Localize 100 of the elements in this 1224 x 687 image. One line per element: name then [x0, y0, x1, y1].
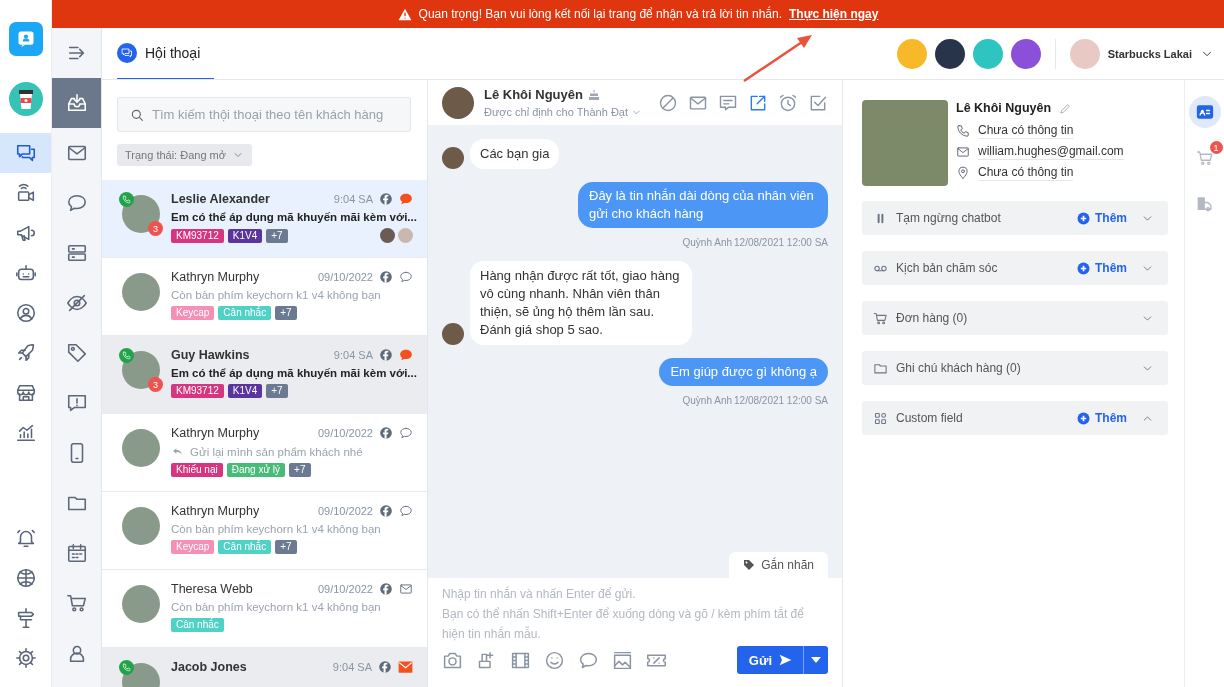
- tag: +7: [275, 540, 297, 554]
- section-header[interactable]: Custom field Thêm: [862, 401, 1168, 435]
- tag-icon: [65, 342, 88, 364]
- image-icon: [612, 649, 633, 671]
- unread-count: 3: [148, 221, 163, 236]
- grid-icon: [873, 410, 888, 426]
- tag: Cân nhắc: [218, 540, 272, 554]
- message-preview: Em có thể áp dụng mã khuyến mãi kèm với...: [171, 211, 417, 223]
- calendar-icon: [65, 542, 88, 564]
- send-options-button[interactable]: [803, 646, 828, 674]
- toolbar-button[interactable]: [658, 92, 678, 113]
- facebook-icon: [379, 426, 393, 440]
- section-title: Tạm ngừng chatbot: [896, 211, 1001, 225]
- add-button[interactable]: Thêm: [1077, 411, 1127, 425]
- contact-value[interactable]: william.hughes@gmail.com: [978, 144, 1124, 160]
- add-button[interactable]: Thêm: [1077, 261, 1127, 275]
- delivery-icon: [1195, 195, 1214, 213]
- nav-item[interactable]: [0, 133, 51, 173]
- chart-icon: [14, 422, 37, 444]
- section-title: Custom field: [896, 411, 963, 425]
- plus-circle-icon: [1077, 261, 1090, 275]
- avatar: [122, 429, 160, 467]
- unread-count: 3: [148, 377, 163, 392]
- shop-logo[interactable]: [934, 38, 965, 69]
- server-icon: [65, 242, 88, 264]
- label-button[interactable]: Gắn nhãn: [729, 552, 828, 578]
- tag: Cân nhắc: [171, 618, 224, 632]
- facebook-icon: [379, 504, 393, 518]
- facebook-icon: [379, 582, 393, 596]
- cart-icon: [873, 310, 888, 326]
- speech-bubble-icon: [399, 348, 413, 362]
- speech-bubble-icon: [399, 270, 413, 284]
- facebook-icon: [379, 348, 393, 362]
- tag: K1V4: [227, 384, 263, 398]
- agent-message: Em giúp được gì không ạ: [659, 358, 828, 386]
- section-header[interactable]: Kịch bản chăm sóc Thêm: [862, 251, 1168, 285]
- reconnect-link[interactable]: Thực hiện ngay: [789, 7, 879, 21]
- section-header[interactable]: Tạm ngừng chatbot Thêm: [862, 201, 1168, 235]
- message-time: 09/10/2022: [317, 583, 373, 595]
- add-button[interactable]: Thêm: [1077, 211, 1127, 225]
- agent-avatar: [398, 228, 413, 243]
- envelope-icon: [399, 582, 413, 596]
- agent-avatar: [380, 228, 395, 243]
- toolbar-button[interactable]: [778, 92, 798, 113]
- chat-bubbles-icon: [121, 47, 133, 59]
- eye-slash-icon: [65, 292, 88, 314]
- chat-bubbles-icon: [14, 142, 37, 164]
- message-time: 9:04 SA: [333, 349, 373, 361]
- section-item[interactable]: [52, 78, 101, 128]
- customer-name: Lê Khôi Nguyên: [956, 101, 1052, 115]
- cart-icon: [65, 592, 88, 614]
- panel-tab[interactable]: [1188, 96, 1221, 128]
- message-composer[interactable]: Nhập tin nhắn và nhấn Enter để gửi. Bạn có thể nhấn Shift+Enter để xuống dòng và gõ / kèm phím tắt để hiện tin nhắn mẫu. Gửi: [428, 578, 842, 687]
- customer-name: Theresa Webb: [171, 582, 253, 596]
- caret-icon: [811, 657, 821, 663]
- user-circle-icon: [14, 302, 37, 324]
- app-logo[interactable]: [8, 22, 43, 56]
- status-filter[interactable]: Trạng thái: Đang mở: [117, 144, 252, 166]
- facebook-icon: [379, 270, 393, 284]
- tag: Khiếu nại: [171, 463, 223, 477]
- conversation-item[interactable]: Jacob Jones 9:04 SA: [102, 648, 427, 687]
- send-icon: [778, 653, 793, 667]
- customer-name: Lê Khôi Nguyên: [484, 87, 583, 102]
- customer-message: Hàng nhận được rất tốt, giao hàng vô cùng nhanh. Nhân viên thân thiện, sẽ ủng hộ thêm lần sau. Đánh giá shop 5 sao.: [470, 261, 692, 345]
- account-avatar: [1069, 38, 1100, 69]
- shop-logo[interactable]: [8, 82, 43, 116]
- tag: +7: [289, 463, 311, 477]
- attach-button[interactable]: [612, 649, 633, 671]
- customer-name: Leslie Alexander: [171, 192, 270, 206]
- alarm-clock-icon: [778, 92, 798, 113]
- account-name[interactable]: Starbucks Lakai: [1107, 47, 1192, 60]
- avatar: [442, 86, 474, 119]
- search-field[interactable]: Tìm kiếm thội thoại theo tên khách hàng: [117, 97, 411, 132]
- message-preview: Còn bàn phím keychorn k1 v4 không bạn: [171, 289, 381, 301]
- settings-icon: [14, 647, 37, 669]
- speech-bubble-icon: [399, 504, 413, 518]
- tag: KM93712: [171, 384, 224, 398]
- contact-value[interactable]: Chưa có thông tin: [978, 165, 1074, 181]
- location-pin-icon: [956, 166, 970, 180]
- phone-icon: [956, 124, 970, 138]
- message-time: 09/10/2022: [317, 271, 373, 283]
- store-icon: [14, 382, 37, 404]
- smiley-icon: [544, 649, 565, 671]
- attach-button[interactable]: [544, 649, 565, 671]
- section-header[interactable]: Ghi chú khách hàng (0): [862, 351, 1168, 385]
- contact-value[interactable]: Chưa có thông tin: [978, 123, 1074, 139]
- warning-message: Quan trọng! Bạn vui lòng kết nối lại trang để nhận và trả lời tin nhắn.: [418, 7, 783, 21]
- section-header[interactable]: Đơn hàng (0): [862, 301, 1168, 335]
- section-title: Đơn hàng (0): [896, 311, 968, 325]
- conversation-item[interactable]: 3 Leslie Alexander 9:04 SA Em có thể áp dụng mã khuyến mãi kèm với... KM93712 K1V4 +7: [102, 180, 427, 258]
- avatar: [122, 273, 160, 311]
- speech-bubble-icon: [399, 426, 413, 440]
- message-time: 09/10/2022: [317, 427, 373, 439]
- conversation-item[interactable]: 3 Guy Hawkins 9:04 SA Em có thể áp dụng mã khuyến mãi kèm với... KM93712 K1V4 +7: [102, 336, 427, 414]
- facebook-icon: [378, 660, 392, 674]
- send-button[interactable]: Gửi: [736, 646, 803, 674]
- message-time: 09/10/2022: [317, 505, 373, 517]
- customer-name: Guy Hawkins: [171, 348, 250, 362]
- message-preview: Còn bàn phím keychorn k1 v4 không bạn: [171, 523, 381, 535]
- customer-name: Kathryn Murphy: [171, 504, 260, 518]
